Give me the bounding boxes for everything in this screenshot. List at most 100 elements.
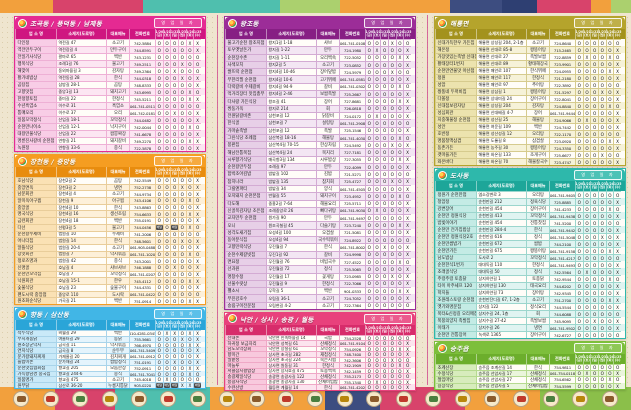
column-header: 업 소 명 — [435, 354, 476, 364]
open-mark: O — [583, 109, 591, 116]
business-name: 쌍둥가옥 — [225, 105, 266, 112]
open-mark: O — [373, 90, 381, 97]
address: 산업길 12-1 — [56, 123, 106, 130]
open-mark: O — [373, 170, 381, 177]
food-glyph — [311, 396, 320, 402]
open-mark: O — [163, 67, 171, 74]
open-mark: X — [606, 296, 614, 303]
open-mark: X — [193, 244, 201, 251]
open-mark: O — [170, 210, 178, 217]
open-mark: O — [590, 144, 598, 151]
business-name: 순천만 정원식당 — [435, 212, 476, 219]
food-icon — [249, 391, 265, 407]
open-mark: O — [178, 67, 186, 74]
open-mark: X — [193, 210, 201, 217]
open-mark: O — [388, 163, 396, 170]
business-name: 신대점보감자탕 — [435, 102, 476, 109]
open-mark: X — [403, 384, 411, 390]
section-header: 조곡동 / 풍덕동 / 남제동영 업 일 자 — [15, 17, 205, 29]
open-mark: O — [583, 191, 591, 198]
open-mark: O — [155, 271, 163, 278]
phone-number: 742-6727 — [549, 331, 575, 338]
open-mark: X — [613, 198, 621, 205]
open-mark: X — [170, 264, 178, 271]
open-mark: O — [590, 275, 598, 282]
open-mark: X — [193, 217, 201, 224]
address: 해룡면 성산성길 12 — [476, 130, 526, 137]
menu: 오리탕 — [526, 191, 549, 198]
menu: 백반 — [316, 287, 339, 294]
open-mark: O — [170, 88, 178, 95]
menu: 해물탕 — [316, 134, 339, 141]
open-mark: O — [575, 88, 583, 95]
open-mark: O — [606, 219, 614, 226]
open-mark: O — [178, 130, 186, 137]
table-row: 가마솥족발삼천포길 12족발725-1546OOOOOX — [225, 127, 415, 134]
open-mark: O — [590, 261, 598, 268]
menu: 정식 — [316, 265, 339, 272]
table-row: 함박조아김밥밤밭길 102김밥721-5271OOOOOO — [225, 170, 415, 177]
open-mark: O — [155, 284, 163, 291]
food-icon — [455, 391, 471, 407]
food-glyph — [164, 396, 173, 402]
open-mark: O — [575, 123, 583, 130]
weekday-label: (토) — [584, 34, 590, 37]
menu: 소고기 — [106, 244, 129, 251]
address: 오성4길 94 — [266, 236, 316, 243]
open-mark: X — [193, 137, 201, 144]
food-glyph — [576, 396, 585, 402]
open-mark: O — [163, 39, 171, 46]
phone-number: 905-0220 — [129, 382, 155, 388]
open-mark: X — [193, 39, 201, 46]
open-mark: O — [380, 287, 388, 294]
table-row: 쌀뜨락 순천점왕지4길 10-46장어덮밥724-5979OOOXOO — [225, 68, 415, 75]
weekday-label: (토) — [164, 172, 170, 175]
open-mark: O — [186, 144, 194, 151]
open-mark: O — [186, 244, 194, 251]
open-mark: O — [598, 261, 606, 268]
open-mark: O — [598, 303, 606, 310]
business-name: 곰탕집 — [15, 81, 56, 88]
date-column-header: 1/21(토) — [373, 29, 381, 39]
open-mark: O — [590, 282, 598, 289]
open-mark: O — [178, 204, 186, 211]
open-mark: X — [403, 200, 411, 207]
open-mark: O — [170, 284, 178, 291]
weekday-label: (수) — [195, 325, 201, 328]
open-mark: O — [606, 226, 614, 233]
address: 해룡면 상삼길 1 — [476, 88, 526, 95]
weekday-label: (금) — [156, 172, 162, 175]
table-row: 폭풍의양지 족발집상지수길 27-42족발보쌈745-9095OOXOOX — [435, 317, 625, 324]
food-glyph — [17, 396, 26, 402]
food-glyph — [340, 396, 349, 402]
open-mark: O — [380, 90, 388, 97]
phone-number: 742-9544 — [549, 275, 575, 282]
open-mark: O — [590, 383, 598, 389]
open-mark: O — [396, 75, 404, 82]
open-mark: X — [403, 97, 411, 104]
phone-number: 744-2100 — [549, 240, 575, 247]
table-row: 갯마을가든해룡면 와온길 133조개구이725-6677OOOXOO — [435, 151, 625, 158]
address: 해룡면 농주길 30 — [476, 144, 526, 151]
open-mark: O — [380, 384, 388, 390]
table-row: 순천만가든순천만길 675짱뚱어탕061-741-9158OOOOXX — [435, 247, 625, 254]
column-header: 소재지(도로명) — [266, 325, 316, 335]
column-header: 전화번호 — [549, 181, 575, 191]
open-mark: X — [193, 284, 201, 291]
address: 삼천포길 12 — [266, 112, 316, 119]
business-name: 토우옛날돈가 — [225, 46, 266, 53]
open-mark: O — [590, 74, 598, 81]
menu: 장어덮밥 — [316, 68, 339, 75]
open-mark: O — [365, 273, 373, 280]
food-icon — [602, 391, 618, 407]
column-header: 대표메뉴 — [106, 29, 129, 39]
section-wangjo: 왕조동영 업 일 자업 소 명소재지(도로명)대표메뉴전화번호1/20(금)1/… — [224, 16, 416, 310]
menu: 조개구이 — [526, 151, 549, 158]
table-row: 타이 아주셰프 120상지하얀길 130태국요리744-6202OOOOOX — [435, 282, 625, 289]
weekday-label: (월) — [179, 325, 185, 328]
column-header: 업 소 명 — [225, 325, 266, 335]
business-name: 장맛회관 — [15, 251, 56, 258]
phone-number: 061-741-0581 — [339, 75, 365, 82]
phone-number: 061-741-9158 — [549, 247, 575, 254]
open-mark: X — [193, 177, 201, 184]
